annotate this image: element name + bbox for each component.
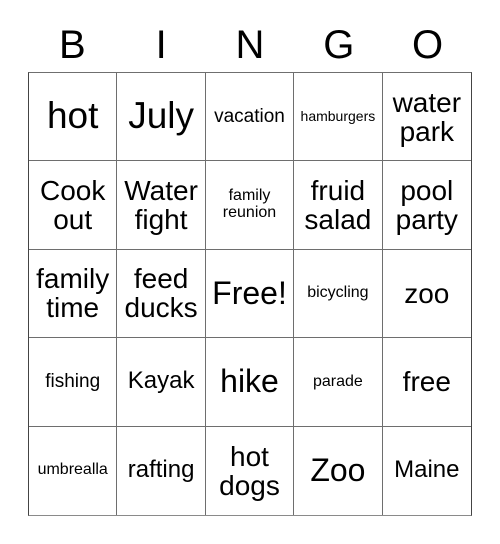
bingo-cell-label: Zoo	[310, 452, 366, 489]
bingo-cell-label: fruid salad	[304, 174, 372, 236]
bingo-cell-label: July	[128, 95, 194, 137]
bingo-header-letter-g: G	[323, 23, 355, 67]
bingo-card: B I N G O hot July vacation hamburgers water par…	[0, 0, 500, 544]
bingo-cell-r2c4[interactable]: fruid salad	[294, 161, 383, 250]
bingo-cell-r2c3[interactable]: family reunion	[205, 161, 295, 250]
bingo-cell-label: family time	[36, 263, 110, 324]
bingo-cell-r3c4[interactable]: bicycling	[294, 249, 383, 339]
bingo-cell-r5c2[interactable]: rafting	[117, 426, 206, 515]
bingo-cell-r2c2[interactable]: Water fight	[117, 161, 206, 250]
bingo-cell-r4c4[interactable]: parade	[294, 338, 383, 427]
bingo-header-letter-o: O	[412, 23, 444, 67]
bingo-cell-r1c2[interactable]: July	[117, 73, 206, 162]
bingo-cell-r1c4[interactable]: hamburgers	[294, 73, 383, 162]
bingo-cell-label: zoo	[404, 277, 450, 309]
bingo-cell-label: pool party	[395, 174, 458, 236]
bingo-cell-r5c5[interactable]: Maine	[382, 426, 471, 515]
bingo-cell-label: parade	[312, 372, 363, 390]
bingo-cell-label: water park	[392, 86, 462, 147]
bingo-cell-label: fishing	[45, 371, 101, 393]
bingo-cell-r3c2[interactable]: feed ducks	[117, 249, 206, 339]
bingo-cell-r2c5[interactable]: pool party	[382, 161, 471, 250]
bingo-cell-label: Free!	[212, 274, 287, 311]
bingo-cell-label: Kayak	[127, 367, 195, 395]
bingo-cell-r4c1[interactable]: fishing	[29, 338, 118, 427]
bingo-cell-label: umbrealla	[37, 461, 108, 479]
bingo-cell-r4c3[interactable]: hike	[205, 338, 295, 427]
bingo-cell-r5c4[interactable]: Zoo	[294, 426, 383, 515]
bingo-cell-r4c5[interactable]: free	[382, 338, 471, 427]
bingo-cell-r3c3[interactable]: Free!	[205, 249, 295, 339]
bingo-cell-label: Maine	[394, 456, 460, 484]
bingo-cell-label: family reunion	[222, 187, 277, 222]
bingo-cell-r1c5[interactable]: water park	[382, 73, 471, 162]
bingo-header-letter-i: I	[155, 23, 167, 67]
bingo-cell-r3c1[interactable]: family time	[29, 249, 118, 339]
bingo-cell-r1c1[interactable]: hot	[29, 73, 118, 162]
bingo-header-letter-n: N	[235, 23, 265, 67]
bingo-cell-r5c3[interactable]: hot dogs	[205, 426, 295, 515]
bingo-cell-label: hot dogs	[219, 440, 280, 501]
bingo-header-letter-b: B	[59, 23, 86, 67]
bingo-cell-label: bicycling	[307, 284, 369, 302]
bingo-cell-r2c1[interactable]: Cook out	[29, 161, 118, 250]
bingo-cell-r3c5[interactable]: zoo	[382, 249, 471, 339]
bingo-cell-r4c2[interactable]: Kayak	[117, 338, 206, 427]
bingo-cell-label: hamburgers	[300, 108, 376, 125]
bingo-cell-label: hike	[220, 363, 279, 400]
bingo-cell-label: vacation	[214, 105, 285, 127]
bingo-cell-label: rafting	[127, 456, 195, 484]
bingo-grid: hot July vacation hamburgers water park Cook …	[28, 72, 472, 516]
bingo-cell-label: hot	[46, 95, 99, 137]
bingo-cell-r5c1[interactable]: umbrealla	[29, 426, 118, 515]
bingo-cell-label: free	[402, 366, 451, 398]
bingo-cell-r1c3[interactable]: vacation	[205, 73, 295, 162]
bingo-cell-label: feed ducks	[124, 263, 198, 324]
bingo-cell-label: Cook out	[40, 174, 106, 236]
bingo-cell-label: Water fight	[124, 174, 198, 236]
bingo-header: BINGO	[28, 18, 472, 72]
